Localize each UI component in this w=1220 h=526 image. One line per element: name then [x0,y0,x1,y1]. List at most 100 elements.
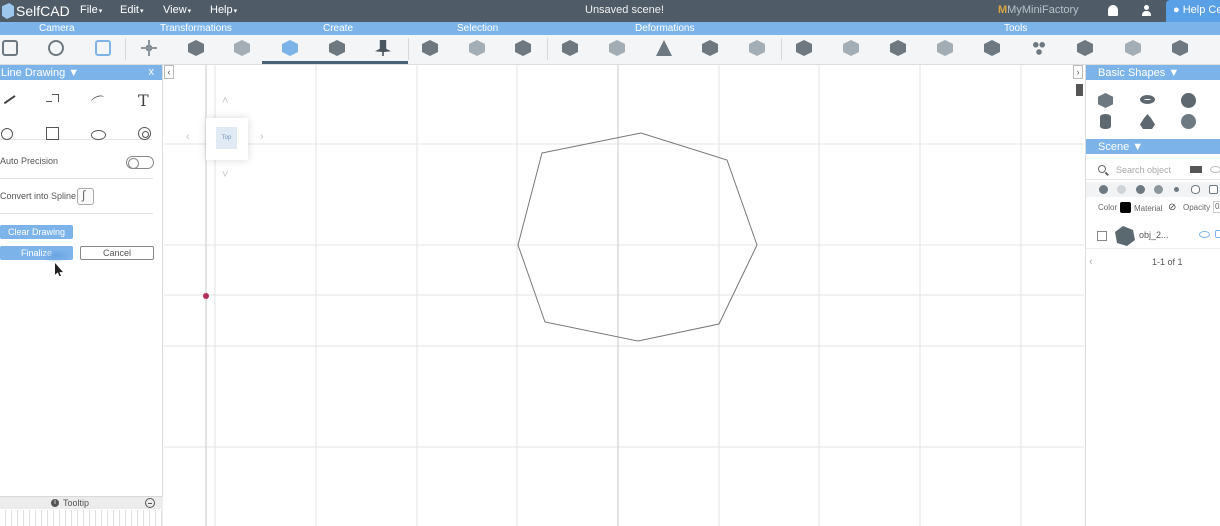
3d-sketch-icon[interactable] [329,40,345,56]
filter-shaded-icon[interactable] [1136,185,1145,194]
move-tool-icon[interactable] [141,40,157,56]
material-icon[interactable]: ⊘ [1168,202,1176,213]
collapse-left-panel-button[interactable]: ‹ [164,65,174,79]
bend-deform-icon[interactable] [609,40,625,56]
twist-deform-icon[interactable] [562,40,578,56]
freehand-brush-icon[interactable] [1,91,16,105]
menu-file[interactable]: File▾ [80,4,102,16]
scene-header[interactable]: Scene ▼ [1086,139,1220,154]
section-camera: Camera [39,23,75,34]
rectangle-tool-icon[interactable] [46,127,59,140]
stitch-scoop-icon[interactable] [796,40,812,56]
circle-tool-icon[interactable] [1,128,13,140]
notification-bell-icon[interactable] [1108,5,1118,16]
auto-precision-toggle[interactable] [126,156,154,169]
nav-left-arrow-icon[interactable]: ‹ [186,131,190,143]
clear-drawing-button[interactable]: Clear Drawing [0,225,73,239]
object-lock-icon[interactable] [1215,230,1220,238]
filter-point-icon[interactable] [1174,187,1179,192]
object-select-checkbox[interactable] [1097,231,1107,241]
chevron-left-icon[interactable]: ‹ [1089,256,1093,268]
color-swatch[interactable] [1120,202,1131,213]
solidify-tool-icon[interactable] [984,40,1000,56]
select-edges-icon[interactable] [469,40,485,56]
menu-view[interactable]: View▾ [163,4,191,16]
nav-down-arrow-icon[interactable]: ˅ [222,169,228,181]
line-drawing-panel-header[interactable]: Line Drawing ▼ x [0,65,162,80]
scene-search[interactable]: Search object [1086,160,1220,180]
selfcad-app: SelfCAD File▾ Edit▾ View▾ Help▾ Unsaved … [0,0,1220,526]
camera-focus-icon[interactable] [95,40,111,56]
lock-icon[interactable] [1209,185,1218,194]
menu-edit[interactable]: Edit▾ [120,4,143,16]
taper-deform-icon[interactable] [656,40,672,56]
visibility-eye-icon[interactable] [1191,185,1200,194]
user-account-icon[interactable] [1141,5,1151,16]
view-navigation-cube[interactable]: Top [206,118,248,160]
geosphere-shape-icon[interactable] [1181,114,1196,129]
drawn-octagon-shape[interactable] [517,132,758,342]
app-logo[interactable]: SelfCAD [2,2,70,20]
drawing-tool-icon[interactable] [375,40,391,56]
filter-solid-icon[interactable] [1099,185,1108,194]
draw-point-marker[interactable] [203,293,209,299]
torus-shape-icon[interactable] [1140,95,1155,104]
myminifactory-logo-icon: M [998,4,1008,16]
screenshot-camera-icon[interactable] [48,40,64,56]
collapse-tooltip-icon[interactable] [145,498,155,508]
close-panel-button[interactable]: x [149,66,155,78]
basic-shapes-header[interactable]: Basic Shapes ▼ [1086,65,1220,80]
fill-tool-icon[interactable] [1125,40,1141,56]
top-menu-bar: SelfCAD File▾ Edit▾ View▾ Help▾ Unsaved … [0,0,1220,22]
sphere-shape-icon[interactable] [1181,93,1196,108]
caret-down-icon: ▼ [1165,67,1180,79]
nav-right-arrow-icon[interactable]: › [260,131,264,143]
search-object-input[interactable]: Search object [1116,165,1171,175]
extrude-tool-icon[interactable] [890,40,906,56]
polyline-icon[interactable] [46,94,59,102]
text-tool-icon[interactable]: T [138,93,152,109]
cube-shape-icon[interactable] [1098,93,1113,108]
squeeze-deform-icon[interactable] [702,40,718,56]
select-faces-icon[interactable] [422,40,438,56]
menu-help[interactable]: Help▾ [210,4,237,16]
search-icon [1098,165,1106,173]
panel-toggle-tab[interactable] [1076,84,1083,96]
convert-spline-button[interactable] [77,188,94,205]
pattern-tool-icon[interactable] [1031,40,1047,56]
filter-ghost-icon[interactable] [1117,185,1126,194]
cylinder-shape-icon[interactable] [1100,114,1111,129]
right-panel: Basic Shapes ▼ Scene ▼ Search object Col… [1085,65,1220,526]
opacity-input[interactable]: 0 [1213,201,1220,213]
loop-tool-icon[interactable] [937,40,953,56]
shapes-tool-icon[interactable] [282,40,298,56]
ellipse-tool-icon[interactable] [91,130,106,140]
boolean-tool-icon[interactable] [1172,40,1188,56]
hide-all-eye-icon[interactable] [1210,166,1220,173]
help-center-button[interactable]: ● Help Ce [1166,0,1220,22]
curve-icon[interactable] [90,93,106,107]
camera-view-icon[interactable] [2,40,18,56]
toolbar-divider [408,38,409,60]
merge-tool-icon[interactable] [1077,40,1093,56]
collapse-right-panel-button[interactable]: › [1073,65,1083,79]
organic-shape-icon[interactable] [1140,114,1155,129]
group-objects-icon[interactable] [1190,166,1202,173]
rotate-tool-icon[interactable] [188,40,204,56]
tooltip-bar[interactable]: i Tooltip [0,496,163,509]
nav-up-arrow-icon[interactable]: ˄ [222,95,228,107]
object-visibility-eye-icon[interactable] [1199,231,1210,238]
scale-tool-icon[interactable] [234,40,250,56]
myminifactory-link[interactable]: MMyMiniFactory [998,4,1079,16]
perspective-deform-icon[interactable] [749,40,765,56]
scene-object-row[interactable]: obj_2... [1086,223,1220,249]
bevel-tool-icon[interactable] [843,40,859,56]
3d-viewport[interactable]: Top ˄ ˅ ‹ › [164,65,1084,526]
concentric-circle-icon[interactable] [138,127,151,140]
caret-down-icon: ▼ [68,67,80,79]
select-vertices-icon[interactable] [515,40,531,56]
line-drawing-panel: Line Drawing ▼ x T Auto Precision Conver… [0,65,163,526]
navcube-top-face[interactable]: Top [216,127,237,149]
filter-wire-icon[interactable] [1154,185,1163,194]
cancel-button[interactable]: Cancel [80,246,154,260]
